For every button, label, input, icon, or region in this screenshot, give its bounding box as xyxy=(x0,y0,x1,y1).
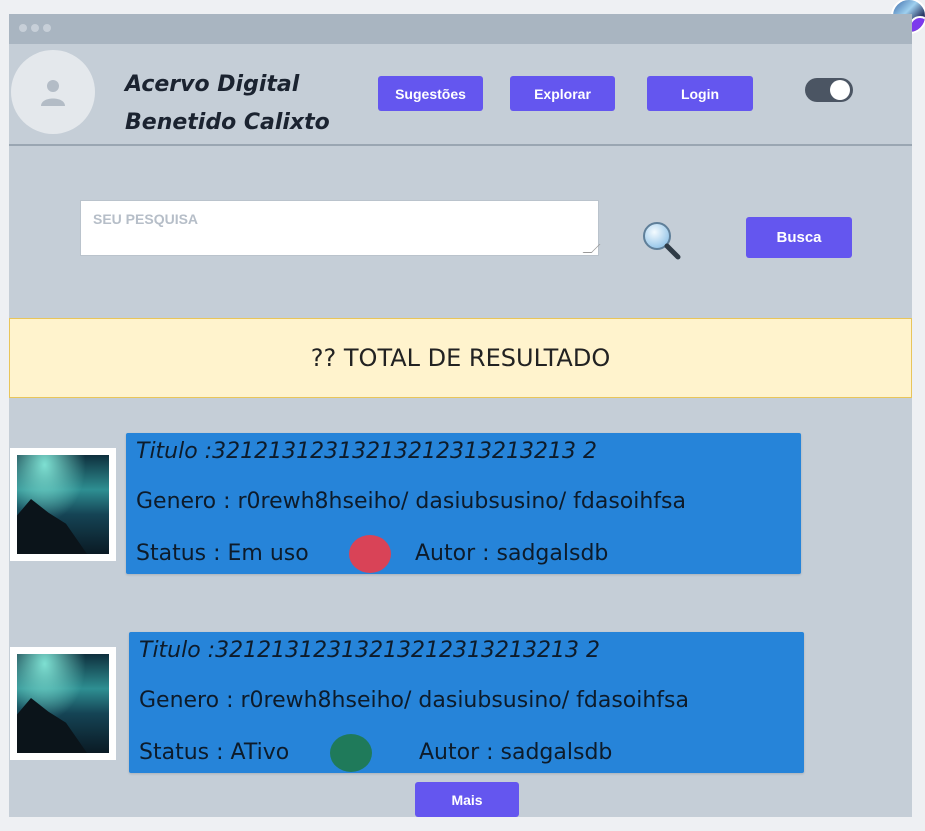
page-header: Acervo Digital Benetido Calixto Sugestõe… xyxy=(9,44,912,146)
explore-button[interactable]: Explorar xyxy=(510,76,615,111)
result-author: Autor : sadgalsdb xyxy=(415,541,609,566)
brand-line-1: Acervo Digital xyxy=(125,72,300,97)
result-status: Status : Em uso xyxy=(136,541,309,566)
search-icon[interactable] xyxy=(641,220,681,260)
status-indicator xyxy=(330,734,372,772)
results-total-banner: ?? TOTAL DE RESULTADO xyxy=(9,318,912,398)
window-controls xyxy=(19,24,51,32)
brand-title: Acervo Digital Benetido Calixto xyxy=(125,66,330,142)
result-card[interactable]: Titulo :32121312313213212313213213 2 Gen… xyxy=(129,632,804,773)
thumbnail-image xyxy=(17,654,109,753)
search-placeholder: SEU PESQUISA xyxy=(93,211,199,227)
search-input[interactable]: SEU PESQUISA xyxy=(80,200,601,256)
result-genre: Genero : r0rewh8hseiho/ dasiubsusino/ fd… xyxy=(139,688,689,713)
suggestions-button[interactable]: Sugestões xyxy=(378,76,483,111)
window-titlebar xyxy=(9,14,912,44)
logo-avatar xyxy=(11,50,95,134)
result-genre: Genero : r0rewh8hseiho/ dasiubsusino/ fd… xyxy=(136,489,686,514)
result-thumbnail[interactable] xyxy=(10,647,116,760)
app-window: Acervo Digital Benetido Calixto Sugestõe… xyxy=(9,14,912,817)
result-thumbnail[interactable] xyxy=(10,448,116,561)
theme-toggle[interactable] xyxy=(805,78,853,102)
result-title: Titulo :32121312313213212313213213 2 xyxy=(136,439,598,464)
toggle-knob xyxy=(830,80,850,100)
user-icon xyxy=(41,80,65,106)
resize-handle-icon[interactable] xyxy=(582,244,601,253)
result-card[interactable]: Titulo :32121312313213212313213213 2 Gen… xyxy=(126,433,801,574)
result-status: Status : ATivo xyxy=(139,740,290,765)
login-button[interactable]: Login xyxy=(647,76,753,111)
thumbnail-image xyxy=(17,455,109,554)
status-indicator xyxy=(349,535,391,573)
window-dot-maximize[interactable] xyxy=(43,24,51,32)
search-button[interactable]: Busca xyxy=(746,217,852,258)
result-title: Titulo :32121312313213212313213213 2 xyxy=(139,638,601,663)
window-dot-close[interactable] xyxy=(19,24,27,32)
window-dot-minimize[interactable] xyxy=(31,24,39,32)
result-author: Autor : sadgalsdb xyxy=(419,740,613,765)
brand-line-2: Benetido Calixto xyxy=(125,110,330,135)
more-button[interactable]: Mais xyxy=(415,782,519,817)
